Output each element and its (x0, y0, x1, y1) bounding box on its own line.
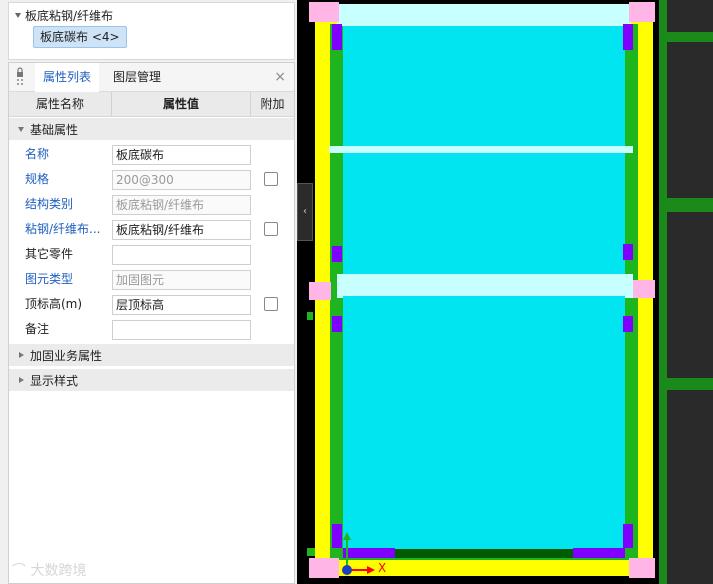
prop-label: 规格 (25, 172, 50, 186)
column-corner (633, 280, 655, 298)
prop-row-name: 名称 板底碳布 (9, 142, 294, 167)
prop-label: 结构类别 (25, 197, 74, 211)
section-basic-label: 基础属性 (30, 122, 79, 137)
watermark: ⌒ 大数跨境 (12, 560, 86, 580)
prop-row-steel-fiber: 粘钢/纤维布... 板底粘钢/纤维布 (9, 217, 294, 242)
anchor-marker (332, 24, 342, 50)
section-basic[interactable]: 基础属性 (9, 118, 294, 140)
prop-label: 其它零件 (25, 247, 74, 261)
prop-row-other-parts: 其它零件 (9, 242, 294, 267)
prop-row-spec: 规格 200@300 (9, 167, 294, 192)
beam-line (307, 548, 315, 556)
column-corner (629, 558, 655, 578)
tree-root-item[interactable]: 板底粘钢/纤维布 (15, 7, 113, 24)
prop-row-element-type: 图元类型 加固图元 (9, 267, 294, 292)
column-corner (309, 282, 331, 300)
expand-arrow-icon[interactable] (19, 352, 24, 358)
header-name: 属性名称 (9, 92, 112, 116)
prop-label: 顶标高(m) (25, 297, 83, 311)
anchor-marker (623, 524, 633, 548)
expand-arrow-icon[interactable] (19, 377, 24, 383)
anchor-marker (623, 244, 633, 260)
section-reinforce[interactable]: 加固业务属性 (9, 344, 294, 366)
left-panel: 板底粘钢/纤维布 板底碳布 <4> 属性列表 图层管理 × 属性名称 属性值 附… (0, 0, 297, 584)
extra-checkbox[interactable] (264, 297, 278, 311)
prop-label: 名称 (25, 147, 50, 161)
tab-property-list[interactable]: 属性列表 (35, 63, 100, 92)
beam-line (665, 32, 713, 42)
prop-row-structure-type: 结构类别 板底粘钢/纤维布 (9, 192, 294, 217)
prop-value-input[interactable] (112, 245, 251, 265)
property-panel: 属性列表 图层管理 × 属性名称 属性值 附加 基础属性 名称 板底碳布 规格 … (8, 62, 295, 584)
prop-row-remark: 备注 (9, 317, 294, 342)
prop-value-input[interactable]: 200@300 (112, 170, 251, 190)
header-extra: 附加 (260, 97, 285, 111)
prop-value-input[interactable]: 板底碳布 (112, 145, 251, 165)
axis-x-label: X (378, 561, 387, 575)
prop-value-input[interactable]: 加固图元 (112, 270, 251, 290)
collapse-panel-button[interactable]: ‹ (297, 183, 313, 241)
adjacent-slab (665, 0, 713, 584)
column-corner (309, 2, 339, 22)
watermark-text: 大数跨境 (30, 563, 87, 579)
property-table-header: 属性名称 属性值 附加 (9, 92, 294, 117)
panel-tabs: 属性列表 图层管理 × (9, 63, 294, 92)
prop-row-top-elevation: 顶标高(m) 层顶标高 (9, 292, 294, 317)
section-display[interactable]: 显示样式 (9, 369, 294, 391)
prop-value-input[interactable]: 层顶标高 (112, 295, 251, 315)
anchor-marker (332, 246, 342, 262)
section-display-label: 显示样式 (30, 373, 79, 388)
tab-layer-manager[interactable]: 图层管理 (105, 63, 169, 91)
close-icon[interactable]: × (274, 69, 286, 85)
beam-line (665, 378, 713, 390)
anchor-marker (623, 316, 633, 332)
collapse-arrow-icon[interactable] (18, 126, 24, 132)
prop-label: 粘钢/纤维布... (25, 222, 101, 236)
lock-icon[interactable] (15, 67, 25, 87)
extra-checkbox[interactable] (264, 172, 278, 186)
beam-line (665, 198, 713, 212)
beam-line (307, 312, 313, 320)
beam-line (395, 549, 573, 558)
strip-band (337, 274, 633, 298)
column-corner (629, 2, 655, 22)
component-tree: 板底粘钢/纤维布 板底碳布 <4> (8, 2, 295, 60)
strip-band (343, 296, 625, 300)
anchor-marker (623, 24, 633, 50)
beam-line (659, 0, 667, 584)
prop-value-input[interactable]: 板底粘钢/纤维布 (112, 195, 251, 215)
strip-band (329, 146, 633, 153)
prop-label: 备注 (25, 322, 50, 336)
strip-band (337, 4, 631, 26)
anchor-marker (332, 316, 342, 332)
section-reinforce-label: 加固业务属性 (30, 348, 103, 363)
anchor-marker (573, 548, 625, 558)
extra-checkbox[interactable] (264, 222, 278, 236)
prop-label: 图元类型 (25, 272, 74, 286)
cad-viewport[interactable]: ‹ X (297, 0, 713, 584)
header-value: 属性值 (112, 92, 251, 116)
expand-arrow-icon[interactable] (15, 13, 21, 18)
watermark-logo-icon: ⌒ (12, 563, 26, 579)
prop-value-input[interactable] (112, 320, 251, 340)
tree-child-item[interactable]: 板底碳布 <4> (33, 26, 127, 48)
tree-root-label: 板底粘钢/纤维布 (25, 9, 114, 23)
prop-value-input[interactable]: 板底粘钢/纤维布 (112, 220, 251, 240)
